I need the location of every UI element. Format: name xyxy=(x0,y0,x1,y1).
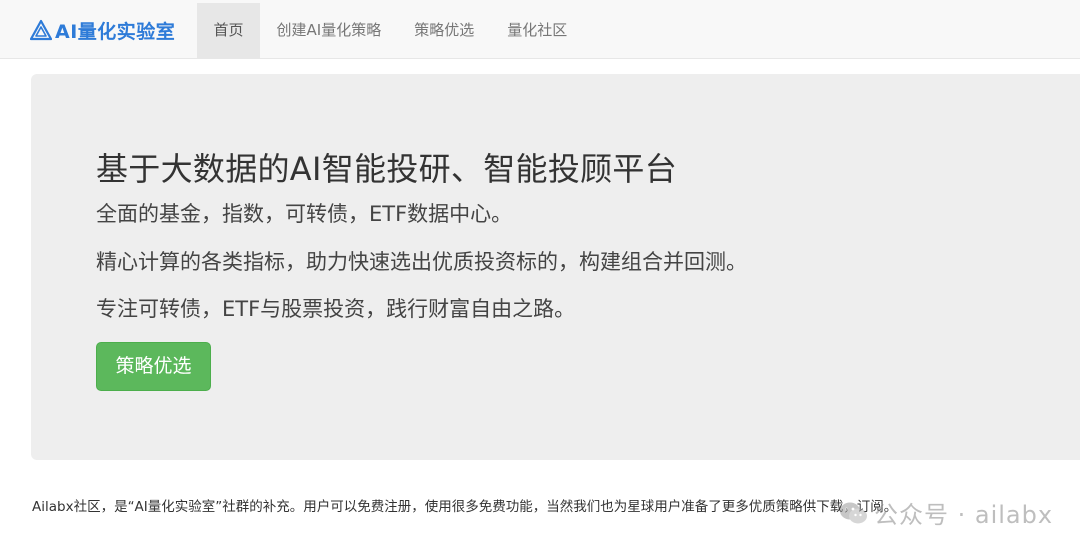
main-nav: 首页 创建AI量化策略 策略优选 量化社区 xyxy=(197,3,584,58)
strategy-picks-button[interactable]: 策略优选 xyxy=(96,342,211,391)
watermark-text: 公众号 · ailabx xyxy=(874,501,1054,529)
nav-item-create-strategy[interactable]: 创建AI量化策略 xyxy=(260,3,398,58)
hero-jumbotron: 基于大数据的AI智能投研、智能投顾平台 全面的基金，指数，可转债，ETF数据中心… xyxy=(31,74,1080,460)
brand-link[interactable]: AI量化实验室 xyxy=(30,15,175,45)
nav-item-strategy-picks[interactable]: 策略优选 xyxy=(398,3,491,58)
nav-item-home[interactable]: 首页 xyxy=(197,3,261,58)
hero-line-indicators: 精心计算的各类指标，助力快速选出优质投资标的，构建组合并回测。 xyxy=(96,250,747,274)
hero-line-focus: 专注可转债，ETF与股票投资，践行财富自由之路。 xyxy=(96,297,576,321)
top-navbar: AI量化实验室 首页 创建AI量化策略 策略优选 量化社区 xyxy=(0,0,1080,59)
wechat-icon xyxy=(840,502,867,523)
community-description: Ailabx社区，是“AI量化实验室”社群的补充。用户可以免费注册，使用很多免费… xyxy=(32,499,898,515)
wechat-watermark: 公众号 · ailabx xyxy=(838,495,1053,530)
brand-name: AI量化实验室 xyxy=(55,20,176,43)
nav-item-community[interactable]: 量化社区 xyxy=(491,3,584,58)
triangle-logo-icon xyxy=(30,19,52,41)
hero-line-data-center: 全面的基金，指数，可转债，ETF数据中心。 xyxy=(96,202,513,226)
hero-title: 基于大数据的AI智能投研、智能投顾平台 xyxy=(96,150,678,188)
